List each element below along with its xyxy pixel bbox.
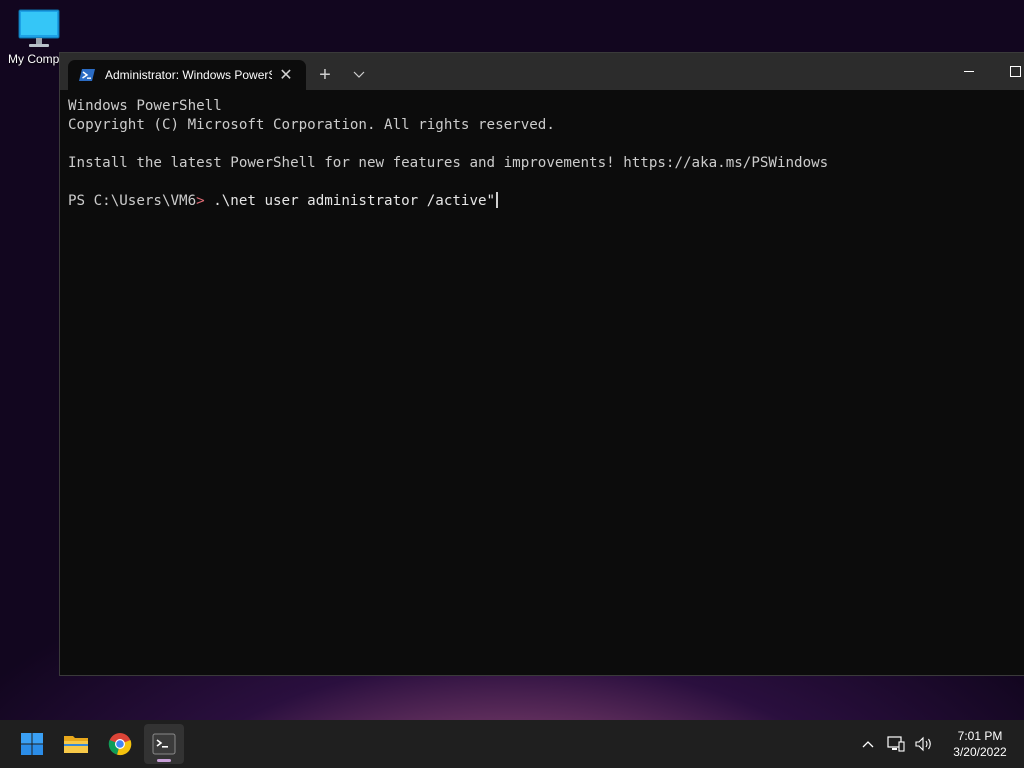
start-button[interactable] (12, 724, 52, 764)
chrome-icon (108, 733, 132, 756)
minimize-button[interactable] (946, 53, 992, 90)
tab-administrator-powershell[interactable]: Administrator: Windows PowerShell ✕ (68, 60, 306, 90)
console-line: Install the latest PowerShell for new fe… (68, 155, 829, 171)
network-icon (887, 736, 905, 752)
monitor-icon (18, 9, 60, 47)
taskbar: 7:01 PM 3/20/2022 (0, 720, 1024, 768)
console-line: Windows PowerShell (68, 98, 222, 114)
clock[interactable]: 7:01 PM 3/20/2022 (940, 728, 1020, 760)
prompt-path: PS C:\Users\VM6 (68, 193, 197, 209)
prompt-line[interactable]: PS C:\Users\VM6> .\net user administrato… (68, 192, 1024, 211)
tab-title: Administrator: Windows PowerShell (105, 68, 272, 82)
close-tab-icon[interactable]: ✕ (276, 65, 296, 85)
console-line: Copyright (C) Microsoft Corporation. All… (68, 117, 555, 133)
prompt-symbol: > (196, 193, 205, 209)
clock-date: 3/20/2022 (953, 745, 1007, 759)
show-hidden-icons-button[interactable] (856, 732, 880, 756)
windows-start-icon (21, 733, 43, 755)
volume-icon (915, 736, 931, 752)
command-input[interactable]: .\net user administrator /active" (205, 193, 495, 209)
terminal-window: Administrator: Windows PowerShell ✕ + Wi… (59, 52, 1024, 676)
active-app-indicator (157, 759, 171, 762)
tab-dropdown-button[interactable] (342, 60, 376, 90)
chevron-down-icon (353, 71, 365, 78)
taskbar-file-explorer[interactable] (56, 724, 96, 764)
powershell-icon (79, 69, 95, 81)
maximize-icon (1009, 66, 1021, 77)
minimize-icon (964, 71, 974, 72)
taskbar-terminal[interactable] (144, 724, 184, 764)
text-cursor (496, 192, 499, 208)
system-tray: 7:01 PM 3/20/2022 (856, 720, 1024, 768)
terminal-icon (152, 733, 176, 755)
new-tab-button[interactable]: + (308, 60, 342, 90)
clock-time: 7:01 PM (957, 729, 1003, 743)
title-bar: Administrator: Windows PowerShell ✕ + (60, 53, 1024, 90)
chevron-up-icon (862, 741, 874, 748)
window-controls (946, 53, 1024, 90)
folder-icon (64, 736, 88, 753)
console-output[interactable]: Windows PowerShell Copyright (C) Microso… (68, 97, 1024, 667)
volume-button[interactable] (912, 732, 936, 756)
maximize-button[interactable] (992, 53, 1024, 90)
taskbar-chrome[interactable] (100, 724, 140, 764)
network-button[interactable] (884, 732, 908, 756)
